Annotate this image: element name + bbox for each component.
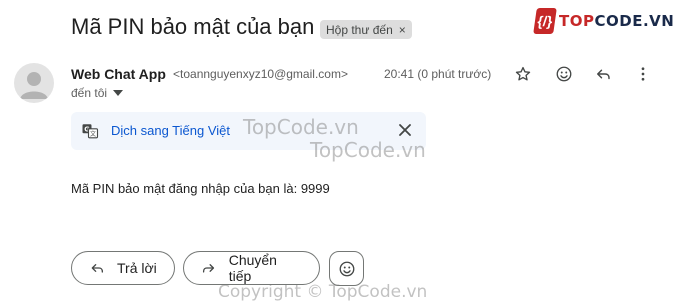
email-subject: Mã PIN bảo mật của bạn (71, 14, 315, 39)
email-timestamp: 20:41 (0 phút trước) (384, 67, 492, 81)
watermark-text: TopCode.vn (310, 138, 426, 162)
forward-icon (202, 264, 215, 273)
close-icon[interactable] (398, 123, 412, 137)
reply-button-label: Trả lời (117, 260, 157, 276)
avatar-icon (20, 72, 48, 99)
sender-name[interactable]: Web Chat App (71, 66, 166, 82)
recipient-details-toggle[interactable]: đến tôi (71, 86, 124, 100)
reply-icon (91, 264, 103, 273)
emoji-icon (556, 66, 572, 82)
forward-button-label: Chuyển tiếp (228, 252, 277, 284)
emoji-reaction-button[interactable] (329, 251, 364, 286)
emoji-icon (339, 261, 354, 276)
more-options-button[interactable] (632, 63, 654, 85)
label-remove-icon[interactable]: × (399, 23, 406, 37)
logo-mark: {/} (533, 8, 557, 34)
reply-icon (597, 69, 610, 80)
topcode-logo: {/} TOPCODE.VN (533, 8, 674, 34)
watermark-text: TopCode.vn (243, 115, 359, 139)
star-button[interactable] (512, 63, 534, 85)
copyright-watermark: Copyright © TopCode.vn (218, 282, 428, 302)
chevron-down-icon (113, 90, 124, 96)
label-chip-text: Hộp thư đến (326, 22, 393, 37)
svg-text:文: 文 (90, 130, 96, 138)
label-chip-inbox[interactable]: Hộp thư đến × (320, 20, 412, 39)
email-body: Mã PIN bảo mật đăng nhập của bạn là: 999… (71, 181, 330, 196)
logo-text-prefix: TOP (559, 12, 595, 30)
translate-icon: G 文 (82, 124, 99, 139)
translate-link[interactable]: Dịch sang Tiếng Việt (111, 123, 230, 138)
sender-avatar[interactable] (14, 63, 54, 103)
logo-text-suffix: CODE.VN (594, 12, 675, 30)
reply-button-icon[interactable] (592, 63, 614, 85)
recipient-text: đến tôi (71, 86, 108, 100)
forward-button[interactable]: Chuyển tiếp (183, 251, 320, 285)
reply-button[interactable]: Trả lời (71, 251, 175, 285)
emoji-react-button[interactable] (553, 63, 575, 85)
logo-text: TOPCODE.VN (559, 12, 674, 30)
star-icon (515, 66, 531, 81)
more-vert-icon (641, 67, 645, 81)
sender-email: <toannguyenxyz10@gmail.com> (173, 67, 348, 81)
